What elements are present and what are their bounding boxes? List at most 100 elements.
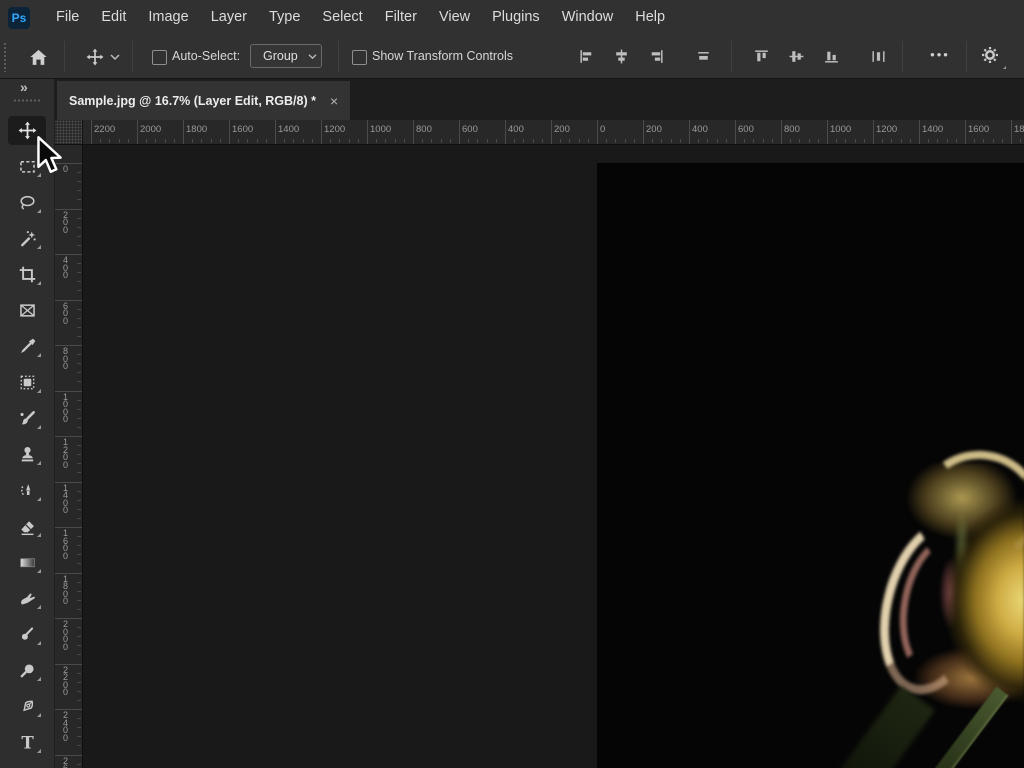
history-brush-tool[interactable] <box>0 473 55 509</box>
type-tool[interactable]: T <box>0 725 55 761</box>
ruler-minor-tick <box>947 139 948 143</box>
brush-tool[interactable] <box>0 401 55 437</box>
menu-layer[interactable]: Layer <box>200 0 258 35</box>
menu-plugins[interactable]: Plugins <box>481 0 551 35</box>
ruler-minor-tick <box>77 372 81 373</box>
ruler-minor-tick <box>542 139 543 143</box>
dodge-tool[interactable] <box>0 617 55 653</box>
ruler-minor-tick <box>77 673 81 674</box>
ruler-tick-label: 2000 <box>140 124 161 135</box>
align-right-edges-button[interactable] <box>646 46 666 66</box>
ruler-minor-tick <box>77 172 81 173</box>
ruler-major-tick <box>55 527 82 528</box>
burn-tool[interactable] <box>0 653 55 689</box>
document-tab-bar: Sample.jpg @ 16.7% (Layer Edit, RGB/8) *… <box>55 78 1024 120</box>
ruler-major-tick <box>229 120 230 144</box>
ruler-major-tick <box>55 254 82 255</box>
auto-select-label: Auto-Select: <box>172 35 240 78</box>
object-selection-tool[interactable] <box>0 221 55 257</box>
toolbar-collapse-button[interactable]: » <box>20 79 28 95</box>
auto-select-target-dropdown[interactable]: Group <box>250 44 322 68</box>
photoshop-logo-icon[interactable]: Ps <box>8 7 30 29</box>
ruler-minor-tick <box>772 139 773 143</box>
crop-tool[interactable] <box>0 257 55 293</box>
smudge-tool[interactable] <box>0 581 55 617</box>
align-vertical-centers-button[interactable] <box>786 46 806 66</box>
distribute-vertically-button[interactable] <box>868 46 888 66</box>
eraser-tool[interactable] <box>0 509 55 545</box>
menu-view[interactable]: View <box>428 0 481 35</box>
separator <box>731 41 732 72</box>
ruler-minor-tick <box>901 139 902 143</box>
ruler-minor-tick <box>77 518 81 519</box>
ruler-minor-tick <box>77 636 81 637</box>
ruler-minor-tick <box>560 139 561 143</box>
more-options-button[interactable]: ••• <box>920 35 960 78</box>
align-bottom-edges-button[interactable] <box>821 46 841 66</box>
ruler-minor-tick <box>1002 139 1003 143</box>
chevron-down-icon <box>308 53 317 60</box>
menu-filter[interactable]: Filter <box>374 0 428 35</box>
options-bar-grip[interactable] <box>3 42 7 72</box>
eyedropper-tool[interactable] <box>0 329 55 365</box>
pen-tool[interactable] <box>0 689 55 725</box>
ruler-tick-label: 1 4 0 0 <box>63 485 77 515</box>
ruler-minor-tick <box>77 427 81 428</box>
ruler-minor-tick <box>77 536 81 537</box>
home-button[interactable] <box>27 46 49 68</box>
menu-select[interactable]: Select <box>311 0 373 35</box>
document-tab[interactable]: Sample.jpg @ 16.7% (Layer Edit, RGB/8) *… <box>57 81 350 120</box>
vertical-ruler[interactable]: 02 0 04 0 06 0 08 0 01 0 0 01 2 0 01 4 0… <box>55 145 83 768</box>
menu-file[interactable]: File <box>45 0 90 35</box>
horizontal-ruler[interactable]: 2200200018001600140012001000800600400200… <box>83 120 1024 145</box>
ruler-minor-tick <box>77 236 81 237</box>
path-selection-tool[interactable] <box>0 761 55 768</box>
show-transform-controls-checkbox[interactable] <box>352 50 367 65</box>
tab-close-icon[interactable]: × <box>330 93 338 109</box>
spot-healing-brush-tool[interactable] <box>0 365 55 401</box>
ruler-tick-label: 2 0 0 0 <box>63 621 77 651</box>
show-transform-controls-label: Show Transform Controls <box>372 35 513 78</box>
toolbar-grip[interactable] <box>13 99 40 102</box>
ruler-major-tick <box>827 120 828 144</box>
align-left-edges-button[interactable] <box>576 46 596 66</box>
document-image[interactable] <box>597 163 1024 768</box>
tool-preset-dropdown[interactable] <box>108 46 122 68</box>
ruler-minor-tick <box>404 139 405 143</box>
gradient-tool[interactable] <box>0 545 55 581</box>
ruler-major-tick <box>55 482 82 483</box>
align-top-edges-button[interactable] <box>751 46 771 66</box>
move-tool-preset-button[interactable] <box>84 46 106 68</box>
ruler-minor-tick <box>799 139 800 143</box>
document-tab-title: Sample.jpg @ 16.7% (Layer Edit, RGB/8) * <box>69 94 316 108</box>
ruler-tick-label: 1800 <box>1014 124 1024 135</box>
clone-stamp-tool[interactable] <box>0 437 55 473</box>
ruler-minor-tick <box>753 139 754 143</box>
ruler-minor-tick <box>165 139 166 143</box>
menu-image[interactable]: Image <box>137 0 199 35</box>
align-right-edges-icon <box>648 48 665 65</box>
align-horizontal-centers-button[interactable] <box>611 46 631 66</box>
ruler-minor-tick <box>201 139 202 143</box>
menu-type[interactable]: Type <box>258 0 311 35</box>
ruler-major-tick <box>55 755 82 756</box>
distribute-horizontally-button[interactable] <box>693 46 713 66</box>
ruler-minor-tick <box>983 139 984 143</box>
frame-tool[interactable] <box>0 293 55 329</box>
ruler-minor-tick <box>77 190 81 191</box>
menu-window[interactable]: Window <box>551 0 625 35</box>
ruler-minor-tick <box>77 500 81 501</box>
menu-edit[interactable]: Edit <box>90 0 137 35</box>
menu-help[interactable]: Help <box>624 0 676 35</box>
ruler-minor-tick <box>77 582 81 583</box>
auto-select-checkbox[interactable] <box>152 50 167 65</box>
ruler-major-tick <box>643 120 644 144</box>
tool-settings-button[interactable] <box>980 45 1008 69</box>
tulip-flower <box>885 463 1024 713</box>
ruler-major-tick <box>1011 120 1012 144</box>
ruler-minor-tick <box>763 139 764 143</box>
ruler-major-tick <box>55 573 82 574</box>
ruler-minor-tick <box>77 409 81 410</box>
lasso-tool[interactable] <box>0 185 55 221</box>
ruler-minor-tick <box>937 139 938 143</box>
